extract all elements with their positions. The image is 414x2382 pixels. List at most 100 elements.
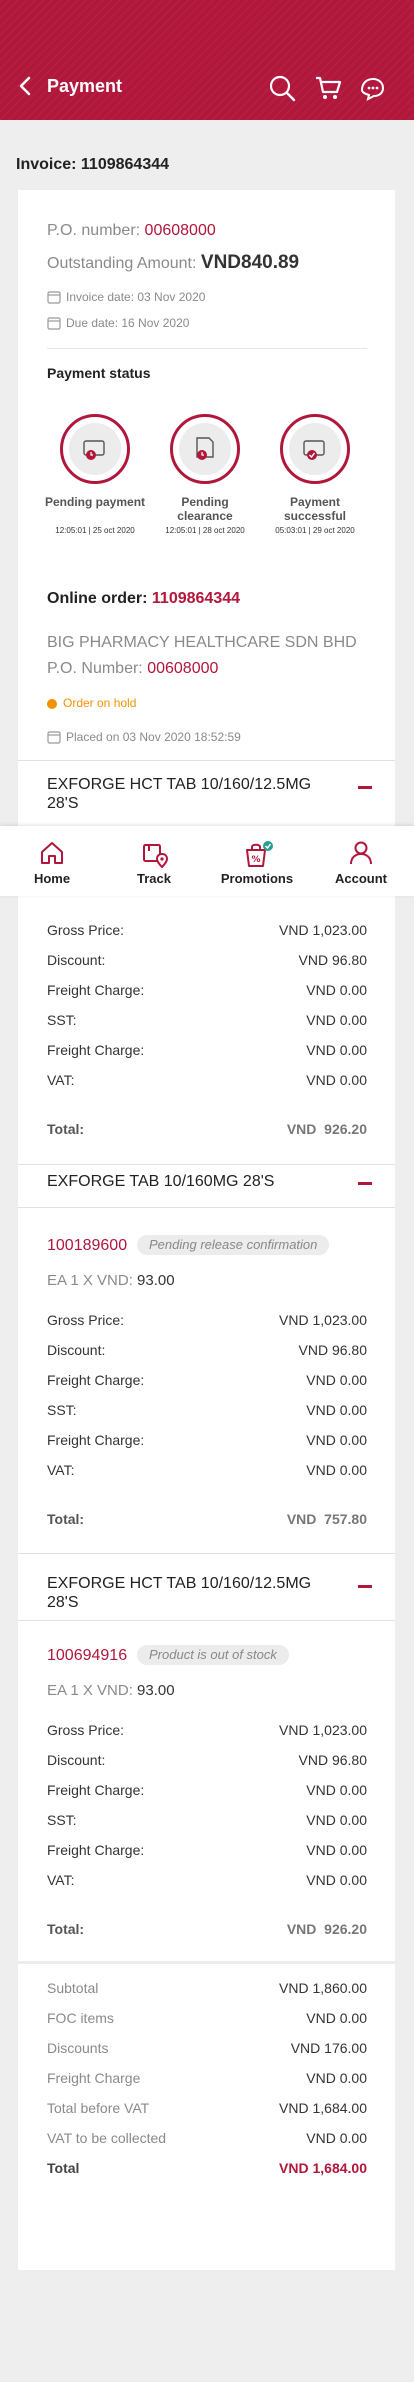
total-label: Total: [47,1511,85,1527]
freight-value: VND 0.00 [306,1372,367,1388]
total-label: Total: [47,1921,85,1937]
nav-home[interactable]: Home [2,826,102,896]
status-time: 12:05:01 | 25 oct 2020 [55,526,135,535]
product-code[interactable]: 100694916 [47,1647,127,1665]
quantity-line: EA 1 X VND: 93.00 [47,1682,175,1699]
freight-value: VND 0.00 [306,1782,367,1798]
document-clock-icon [196,437,214,460]
totals-row-label: Total before VAT [47,2100,150,2116]
order-po-value: 00608000 [147,660,219,677]
divider [18,1961,395,1964]
sst-label: SST: [47,1012,77,1028]
po-label: P.O. number: [47,222,141,239]
total-currency: VND [286,1121,317,1137]
outstanding-value: VND840.89 [200,252,300,273]
status-time: 05:03:01 | 29 oct 2020 [275,526,355,535]
po-number: P.O. number: 00608000 [47,222,216,240]
product-name[interactable]: EXFORGE TAB 10/160MG 28'S [47,1173,347,1191]
divider [18,1207,395,1208]
online-order: Online order: 1109864344 [47,590,240,608]
nav-label: Home [33,871,71,886]
status-step-payment-successful [280,414,350,484]
gross-price-value: VND 1,023.00 [279,1722,367,1738]
status-badge: Product is out of stock [137,1645,289,1665]
order-status: Order on hold [63,696,137,710]
total-amount: 757.80 [324,1511,367,1527]
vat-value: VND 0.00 [306,1072,367,1088]
search-icon[interactable] [268,74,296,102]
collapse-icon[interactable] [358,1182,372,1185]
nav-account[interactable]: Account [311,826,411,896]
vat-value: VND 0.00 [306,1872,367,1888]
qty-label: EA 1 X VND: [47,1682,133,1699]
collapse-icon[interactable] [358,786,372,789]
online-order-label: Online order: [47,590,148,607]
product-name[interactable]: EXFORGE HCT TAB 10/160/12.5MG 28'S [47,775,347,813]
status-label: Payment successful [283,495,347,523]
order-po-number: P.O. Number: 00608000 [47,660,218,678]
account-icon [350,841,372,865]
sst-value: VND 0.00 [306,1402,367,1418]
product-code[interactable]: 100189600 [47,1237,127,1255]
qty-value: 93.00 [137,1272,175,1289]
gross-price-label: Gross Price: [47,1312,125,1328]
freight-value: VND 0.00 [306,1432,367,1448]
product-total: VND 757.80 [167,1511,367,1527]
discount-value: VND 96.80 [298,952,367,968]
back-arrow-icon[interactable] [16,74,36,98]
discount-label: Discount: [47,952,106,968]
sst-value: VND 0.00 [306,1812,367,1828]
status-badge: Pending release confirmation [137,1235,330,1255]
cart-icon[interactable] [314,74,342,102]
discount-value: VND 96.80 [298,1342,367,1358]
track-icon [143,844,169,868]
calendar-icon [47,291,61,304]
sst-value: VND 0.00 [306,1012,367,1028]
totals-row-value: VND 176.00 [290,2040,367,2056]
wallet-check-icon [303,440,325,460]
nav-track[interactable]: Track [104,826,204,896]
total-label: Total: [47,1121,85,1137]
divider [18,1553,395,1554]
product-name[interactable]: EXFORGE HCT TAB 10/160/12.5MG 28'S [47,1574,347,1612]
freight-label: Freight Charge: [47,982,145,998]
gross-price-label: Gross Price: [47,922,125,938]
totals-row-label: Freight Charge [47,2070,141,2086]
discount-value: VND 96.80 [298,1752,367,1768]
freight-label: Freight Charge: [47,1042,145,1058]
gross-price-label: Gross Price: [47,1722,125,1738]
totals-row-value: VND 0.00 [306,2130,367,2146]
vat-label: VAT: [47,1462,75,1478]
gross-price-value: VND 1,023.00 [279,922,367,938]
totals-row-value: VND 1,684.00 [279,2100,367,2116]
order-status-dot [47,699,57,709]
freight-value: VND 0.00 [306,1842,367,1858]
totals-row-value: VND 1,684.00 [279,2160,367,2176]
status-step-pending-payment [60,414,130,484]
vat-label: VAT: [47,1872,75,1888]
totals-row-value: VND 1,860.00 [279,1980,367,1996]
product-total: VND 926.20 [167,1121,367,1137]
total-currency: VND [286,1511,317,1527]
sst-label: SST: [47,1812,77,1828]
nav-promotions[interactable]: % Promotions [207,826,307,896]
divider [18,1164,395,1165]
status-step-pending-clearance [170,414,240,484]
totals-row-label: Discounts [47,2040,109,2056]
po-value: 00608000 [144,222,216,239]
online-order-number[interactable]: 1109864344 [152,590,240,607]
gross-price-value: VND 1,023.00 [279,1312,367,1328]
order-po-label: P.O. Number: [47,660,143,677]
nav-label: Track [137,871,171,886]
vat-value: VND 0.00 [306,1462,367,1478]
status-label: Pending clearance [177,495,233,523]
discount-label: Discount: [47,1752,106,1768]
page-title: Payment [47,76,123,96]
freight-label: Freight Charge: [47,1842,145,1858]
chat-icon[interactable] [358,74,386,102]
bottom-nav: Home Track % Promotions Account [0,826,414,896]
company-name: BIG PHARMACY HEALTHCARE SDN BHD [47,634,357,651]
collapse-icon[interactable] [358,1585,372,1588]
due-date: Due date: 16 Nov 2020 [66,316,190,330]
home-icon [41,842,63,864]
